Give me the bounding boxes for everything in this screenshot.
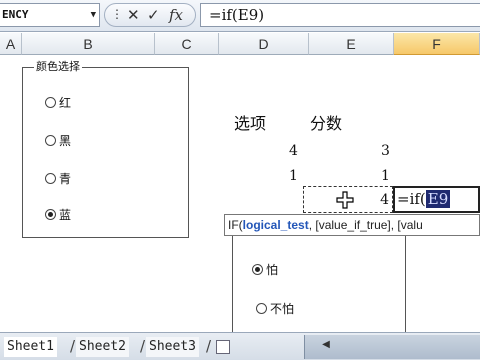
cell-e-value[interactable]: 3	[381, 143, 390, 159]
option-label: 怕	[266, 263, 279, 277]
option-label: 蓝	[59, 208, 72, 222]
name-box[interactable]: ENCY ▼	[0, 3, 100, 27]
option-label: 红	[59, 96, 72, 110]
function-signature-tooltip: IF(logical_test, [value_if_true], [valu	[224, 214, 480, 236]
radio-checked-icon	[252, 264, 263, 275]
radio-unchecked-icon	[45, 173, 56, 184]
insert-sheet-icon[interactable]	[216, 340, 230, 354]
radio-unchecked-icon	[256, 303, 267, 314]
scroll-left-icon[interactable]: ◀	[320, 339, 332, 353]
sheet-tab-sheet2[interactable]: Sheet2	[76, 337, 129, 357]
formula-input[interactable]: =if(E9)	[200, 3, 480, 27]
color-group-title: 颜色选择	[34, 60, 82, 74]
column-header-c[interactable]: C	[155, 33, 219, 55]
sheet-tab-sheet3[interactable]: Sheet3	[146, 337, 199, 357]
option-label: 青	[59, 172, 72, 186]
cell-d-value[interactable]: 1	[289, 168, 298, 184]
tooltip-active-param[interactable]: logical_test	[243, 218, 309, 232]
grip-icon: ⋮	[111, 7, 123, 21]
sheet-tab-sheet1[interactable]: Sheet1	[4, 337, 57, 357]
column-header-f[interactable]: F	[394, 33, 480, 55]
radio-checked-icon	[45, 209, 56, 220]
cell-option-header[interactable]: 选项	[234, 116, 266, 132]
radio-unchecked-icon	[45, 135, 56, 146]
tooltip-function-name: IF(	[228, 218, 243, 232]
cell-e-value[interactable]: 1	[381, 168, 390, 184]
radio-unchecked-icon	[45, 97, 56, 108]
edit-formula-text: =if(	[397, 190, 426, 208]
cell-e9-value: 4	[380, 192, 389, 208]
radio-option-blue[interactable]: 蓝	[45, 208, 71, 222]
tab-divider: /	[206, 337, 212, 355]
tab-divider: /	[70, 337, 76, 355]
active-edit-cell[interactable]: =if(E9	[393, 186, 480, 213]
radio-option-black[interactable]: 黑	[45, 134, 71, 148]
radio-option-cyan[interactable]: 青	[45, 172, 71, 186]
column-header-b[interactable]: B	[22, 33, 155, 55]
insert-function-button[interactable]: fx	[169, 6, 183, 24]
cancel-button[interactable]: ✕	[127, 6, 140, 24]
formula-buttons: ⋮ ✕ ✓ fx	[104, 3, 196, 27]
column-header-e[interactable]: E	[309, 33, 394, 55]
option-label: 黑	[59, 134, 72, 148]
sheet-tab-bar: Sheet1 / Sheet2 / Sheet3 / ◀	[0, 332, 480, 360]
column-header-d[interactable]: D	[219, 33, 309, 55]
cell-select-cursor-icon	[336, 191, 354, 209]
column-header-a[interactable]: A	[0, 33, 22, 55]
option-label: 不怕	[270, 302, 295, 316]
tooltip-rest: , [value_if_true], [valu	[308, 218, 423, 232]
edit-cell-reference: E9	[425, 190, 451, 208]
tab-divider: /	[140, 337, 146, 355]
radio-option-no-fear[interactable]: 不怕	[256, 302, 294, 316]
cell-d-value[interactable]: 4	[289, 143, 298, 159]
fear-group-box[interactable]	[232, 236, 406, 336]
name-box-value: ENCY	[2, 8, 29, 21]
cell-score-header[interactable]: 分数	[310, 116, 342, 132]
name-box-dropdown-icon[interactable]: ▼	[91, 4, 96, 26]
radio-option-fear[interactable]: 怕	[252, 263, 278, 277]
enter-button[interactable]: ✓	[147, 6, 160, 24]
formula-bar: ENCY ▼ ⋮ ✕ ✓ fx =if(E9)	[0, 0, 480, 32]
radio-option-red[interactable]: 红	[45, 96, 71, 110]
